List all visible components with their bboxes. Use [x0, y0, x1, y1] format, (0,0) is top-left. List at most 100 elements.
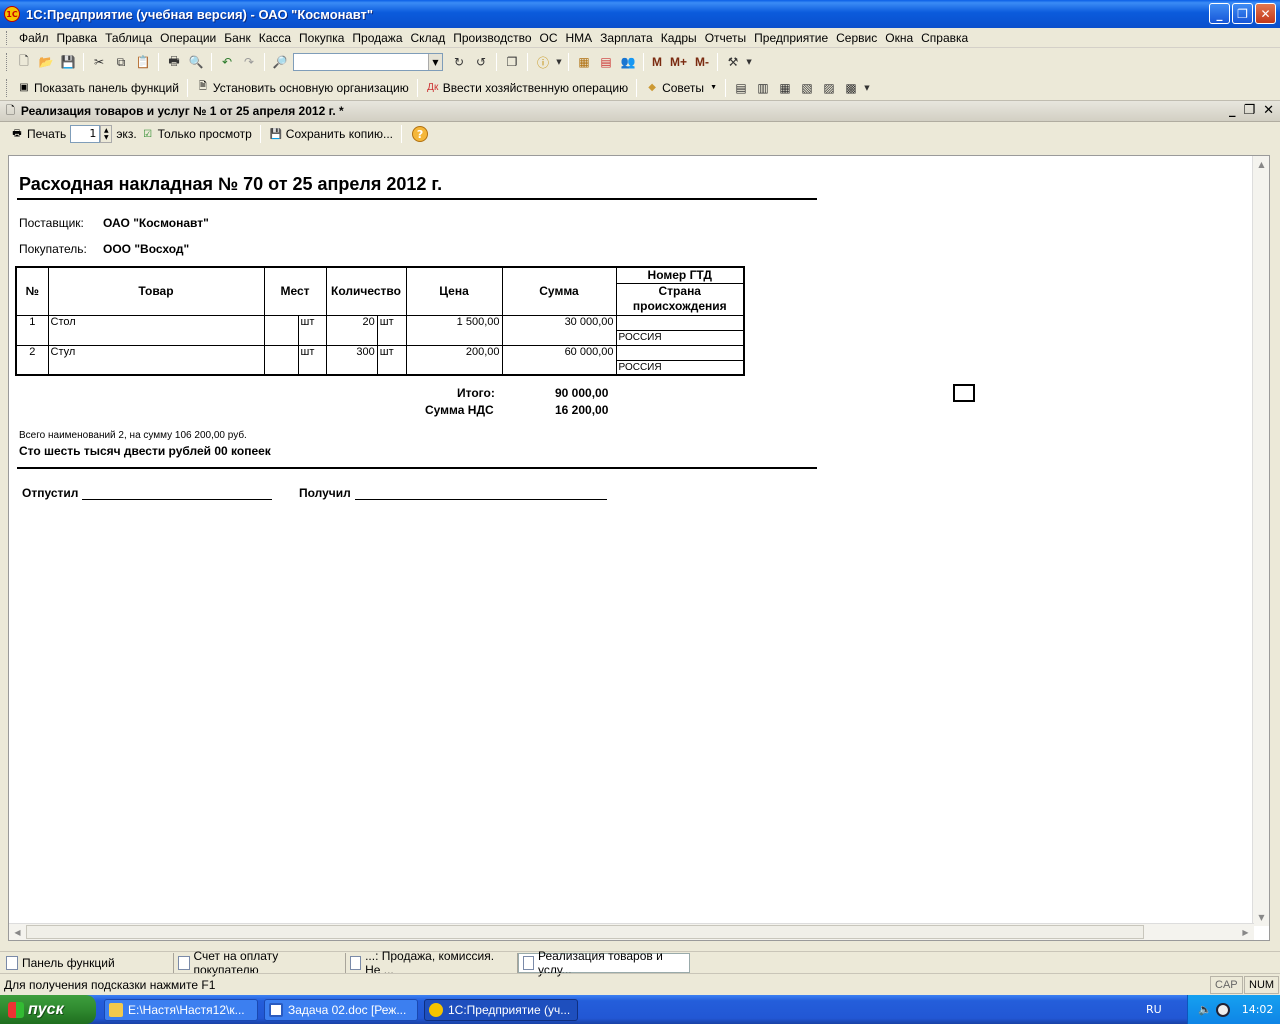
menu-help[interactable]: Справка: [917, 31, 972, 45]
new-document-icon[interactable]: 🗋: [14, 52, 34, 72]
row1-item: Стол: [47, 314, 265, 346]
clock[interactable]: 14:02: [1242, 1003, 1274, 1016]
calculator-icon[interactable]: ▦: [574, 52, 594, 72]
menu-intangibles[interactable]: НМА: [562, 31, 597, 45]
separator: [717, 53, 719, 71]
paste-icon[interactable]: 📋: [133, 52, 153, 72]
spreadsheet-area[interactable]: Расходная накладная № 70 от 25 апреля 20…: [8, 155, 1270, 941]
start-label: пуск: [28, 1000, 64, 1018]
toolbar-grip[interactable]: [6, 53, 9, 71]
vat-value: 16 200,00: [555, 403, 609, 417]
employees-icon[interactable]: ▧: [797, 78, 817, 98]
find-previous-icon[interactable]: ↺: [471, 52, 491, 72]
users-icon[interactable]: 👥: [618, 52, 638, 72]
show-function-panel-button[interactable]: ▣ Показать панель функций: [13, 78, 183, 98]
menu-fixed-assets[interactable]: ОС: [536, 31, 562, 45]
set-main-organization-button[interactable]: 🗎 Установить основную организацию: [192, 78, 413, 98]
menu-grip[interactable]: [6, 30, 9, 45]
save-copy-button[interactable]: 💾 Сохранить копию...: [265, 124, 397, 144]
memory-minus-button[interactable]: M-: [695, 55, 709, 69]
menu-sales[interactable]: Продажа: [348, 31, 406, 45]
dropdown-arrow-icon[interactable]: ▼: [745, 52, 753, 72]
functions-toolbar: ▣ Показать панель функций 🗎 Установить о…: [0, 75, 1280, 101]
tools-icon[interactable]: ⚒: [723, 52, 743, 72]
contractors-icon[interactable]: ▦: [775, 78, 795, 98]
menu-reports[interactable]: Отчеты: [701, 31, 750, 45]
scroll-up-icon[interactable]: ▲: [1253, 156, 1269, 173]
copy-icon[interactable]: ⧉: [111, 52, 131, 72]
dropdown-arrow-icon[interactable]: ▼: [863, 78, 871, 98]
dropdown-arrow-icon[interactable]: ▼: [555, 52, 563, 72]
row1-places-unit: шт: [297, 314, 327, 346]
document-window: 🗋 Реализация товаров и услуг № 1 от 25 а…: [0, 101, 1280, 949]
find-next-icon[interactable]: ↻: [449, 52, 469, 72]
chevron-down-icon[interactable]: ▼: [428, 54, 442, 70]
tips-button[interactable]: ◆ Советы ▼: [641, 78, 721, 98]
toolbar-grip[interactable]: [6, 78, 9, 97]
redo-icon[interactable]: ↷: [239, 52, 259, 72]
horizontal-scroll-thumb[interactable]: [26, 925, 1144, 939]
start-button[interactable]: пуск: [0, 995, 96, 1024]
minimize-button[interactable]: _: [1209, 3, 1230, 24]
menu-windows[interactable]: Окна: [881, 31, 917, 45]
report-icon[interactable]: ▨: [819, 78, 839, 98]
menu-cash[interactable]: Касса: [255, 31, 295, 45]
memory-button[interactable]: M: [652, 55, 662, 69]
settings-icon[interactable]: ▩: [841, 78, 861, 98]
menu-production[interactable]: Производство: [449, 31, 535, 45]
tab-sales-commission[interactable]: ...: Продажа, комиссия. Не ...: [346, 949, 518, 977]
menu-enterprise[interactable]: Предприятие: [750, 31, 832, 45]
task-word[interactable]: Задача 02.doc [Реж...: [264, 998, 418, 1021]
copies-input[interactable]: 1: [70, 125, 101, 143]
volume-icon[interactable]: 🔈: [1198, 1003, 1212, 1016]
search-combo[interactable]: ▼: [293, 53, 443, 71]
copies-stepper[interactable]: ▲ ▼: [100, 125, 113, 143]
menu-warehouse[interactable]: Склад: [407, 31, 450, 45]
tab-function-panel[interactable]: Панель функций: [2, 952, 174, 973]
tab-sales-document[interactable]: Реализация товаров и услу...: [518, 949, 690, 977]
doc-minimize-button[interactable]: _: [1229, 103, 1236, 118]
print-icon[interactable]: 🖶: [164, 52, 184, 72]
language-indicator[interactable]: RU: [1146, 1003, 1162, 1016]
registry-icon[interactable]: ▥: [753, 78, 773, 98]
horizontal-scrollbar[interactable]: ◀ ▶: [9, 923, 1254, 940]
print-preview-icon[interactable]: 🔍: [186, 52, 206, 72]
menu-file[interactable]: Файл: [15, 31, 53, 45]
vertical-scrollbar[interactable]: ▲ ▼: [1252, 156, 1269, 926]
open-folder-icon[interactable]: 📂: [36, 52, 56, 72]
readonly-toggle[interactable]: ☑ Только просмотр: [137, 124, 256, 144]
scroll-down-icon[interactable]: ▼: [1253, 909, 1269, 926]
undo-icon[interactable]: ↶: [217, 52, 237, 72]
windows-icon[interactable]: ❐: [502, 52, 522, 72]
enter-operation-button[interactable]: Дк Ввести хозяйственную операцию: [422, 78, 632, 98]
menu-salary[interactable]: Зарплата: [596, 31, 657, 45]
print-button[interactable]: 🖶 Печать: [6, 124, 70, 144]
help-icon[interactable]: ?: [412, 126, 429, 142]
menu-bank[interactable]: Банк: [220, 31, 254, 45]
cell-cursor[interactable]: [953, 384, 975, 402]
menu-operations[interactable]: Операции: [156, 31, 220, 45]
calendar-icon[interactable]: ▤: [596, 52, 616, 72]
doc-close-button[interactable]: ✕: [1263, 103, 1274, 118]
close-button[interactable]: ✕: [1255, 3, 1276, 24]
cut-icon[interactable]: ✂: [89, 52, 109, 72]
journal-icon[interactable]: ▤: [731, 78, 751, 98]
menu-service[interactable]: Сервис: [832, 31, 881, 45]
maximize-button[interactable]: ❐: [1232, 3, 1253, 24]
menu-hr[interactable]: Кадры: [657, 31, 701, 45]
menu-purchase[interactable]: Покупка: [295, 31, 348, 45]
scroll-left-icon[interactable]: ◀: [9, 924, 26, 940]
save-icon[interactable]: 💾: [58, 52, 78, 72]
menu-edit[interactable]: Правка: [53, 31, 102, 45]
task-1c[interactable]: 1С:Предприятие (уч...: [424, 998, 578, 1021]
network-icon[interactable]: [1215, 1002, 1230, 1017]
col-num-header: №: [15, 266, 49, 316]
info-icon[interactable]: ⓘ: [533, 52, 553, 72]
tab-invoice-for-payment[interactable]: Счет на оплату покупателю: [174, 949, 346, 977]
task-explorer[interactable]: E:\Настя\Настя12\к...: [104, 998, 258, 1021]
memory-plus-button[interactable]: M+: [670, 55, 687, 69]
scroll-right-icon[interactable]: ▶: [1237, 924, 1254, 940]
doc-restore-button[interactable]: ❐: [1243, 103, 1255, 118]
find-icon[interactable]: 🔎: [270, 52, 290, 72]
menu-table[interactable]: Таблица: [101, 31, 156, 45]
